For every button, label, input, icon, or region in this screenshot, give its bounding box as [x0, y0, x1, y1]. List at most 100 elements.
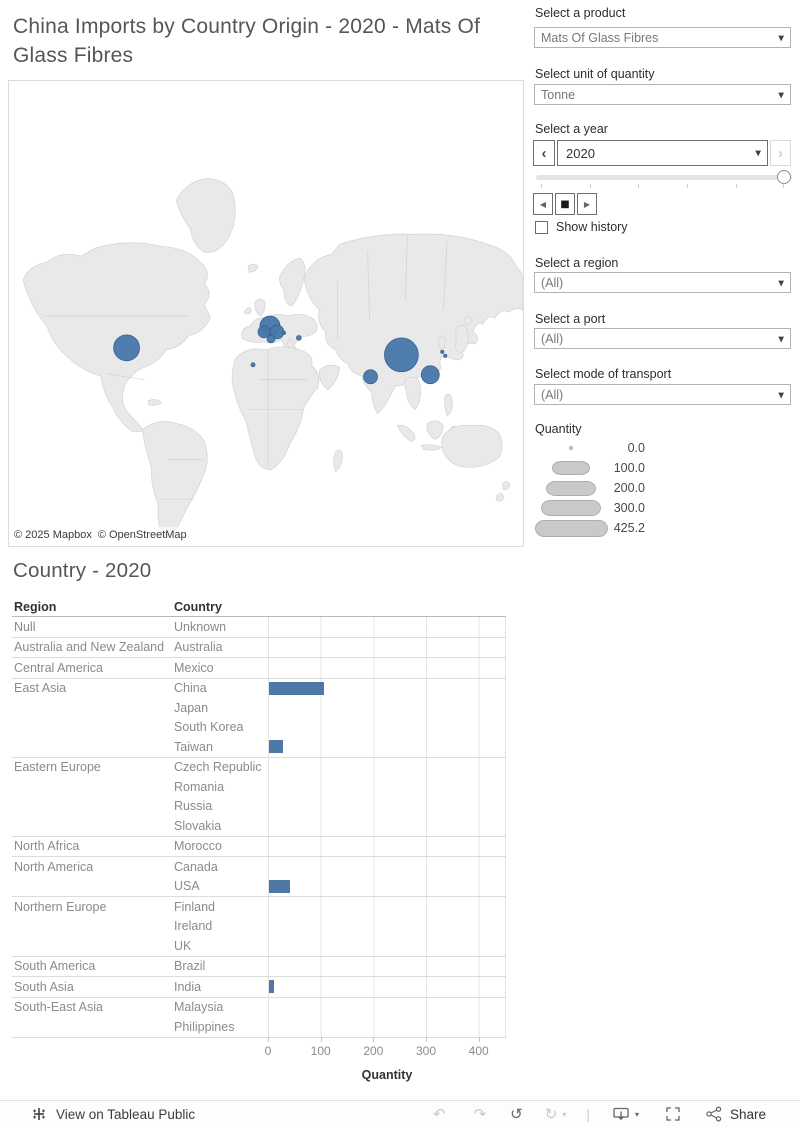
- year-slider-knob[interactable]: [777, 170, 791, 184]
- table-row[interactable]: Central America Mexico: [12, 658, 506, 678]
- bubble-usa[interactable]: [113, 334, 140, 362]
- table-row[interactable]: Null Unknown: [12, 617, 506, 637]
- mapbox-attribution[interactable]: © 2025 Mapbox: [14, 529, 92, 541]
- table-row[interactable]: Japan: [12, 698, 506, 718]
- quantity-bar[interactable]: [269, 879, 291, 893]
- refresh-icon[interactable]: ↻: [545, 1106, 558, 1122]
- share-label[interactable]: Share: [730, 1107, 766, 1122]
- table-row[interactable]: Australia and New Zealand Australia: [12, 637, 506, 657]
- world-map[interactable]: © 2025 Mapbox © OpenStreetMap: [8, 80, 524, 547]
- table-row[interactable]: Slovakia: [12, 816, 506, 836]
- download-caret-icon[interactable]: ▾: [635, 1110, 639, 1119]
- tableau-logo-icon: [33, 1108, 45, 1120]
- transport-dropdown[interactable]: (All) ▼: [534, 384, 791, 405]
- unit-dropdown[interactable]: Tonne ▼: [534, 84, 791, 105]
- axis-tick-mark: [268, 1037, 269, 1042]
- region-cell: Eastern Europe: [14, 760, 101, 775]
- region-cell: North America: [14, 859, 94, 874]
- map-attribution: © 2025 Mapbox © OpenStreetMap: [9, 527, 200, 544]
- share-icon[interactable]: [705, 1106, 723, 1122]
- playback-forward-button[interactable]: ▶: [577, 193, 597, 215]
- table-row[interactable]: Ireland: [12, 916, 506, 936]
- table-row[interactable]: South America Brazil: [12, 956, 506, 976]
- table-row[interactable]: North Africa Morocco: [12, 836, 506, 856]
- table-row[interactable]: South Korea: [12, 717, 506, 737]
- table-row[interactable]: USA: [12, 876, 506, 896]
- year-dropdown[interactable]: 2020 ▼: [557, 140, 768, 166]
- map-canvas[interactable]: [9, 81, 523, 546]
- view-on-tableau-public[interactable]: View on Tableau Public: [31, 1106, 195, 1122]
- download-icon[interactable]: [612, 1106, 630, 1122]
- year-next-button[interactable]: ›: [770, 140, 791, 166]
- region-dropdown[interactable]: (All) ▼: [534, 272, 791, 293]
- country-cell: Mexico: [174, 660, 214, 675]
- size-legend-shape: [546, 480, 596, 496]
- size-legend-item[interactable]: 200.0: [533, 478, 645, 498]
- bubble-belgium-dot[interactable]: [281, 330, 286, 335]
- axis-tick-label: 300: [415, 1044, 437, 1058]
- country-column-header[interactable]: Country: [172, 600, 268, 614]
- bar-cell: [268, 836, 506, 856]
- fullscreen-icon[interactable]: [665, 1106, 681, 1122]
- playback-back-button[interactable]: ◀: [533, 193, 553, 215]
- region-group: Eastern Europe Czech Republic Romania Russi…: [12, 756, 506, 836]
- bubble-south-korea-dot[interactable]: [440, 349, 445, 354]
- size-legend-value: 0.0: [627, 441, 645, 455]
- region-group: Northern Europe Finland Ireland UK: [12, 896, 506, 956]
- bubble-japan-dot[interactable]: [443, 353, 448, 358]
- year-slider-track[interactable]: [536, 175, 792, 180]
- bubble-morocco-dot[interactable]: [250, 362, 256, 368]
- size-legend-item[interactable]: 100.0: [533, 458, 645, 478]
- table-row[interactable]: North America Canada: [12, 857, 506, 877]
- chart-title: Country - 2020: [13, 559, 152, 582]
- bubble-india[interactable]: [363, 369, 378, 385]
- bar-cell: [268, 816, 506, 836]
- size-legend-item[interactable]: 0.0: [533, 438, 645, 458]
- table-row[interactable]: Philippines: [12, 1017, 506, 1037]
- product-dropdown[interactable]: Mats Of Glass Fibres ▼: [534, 27, 791, 48]
- bubble-spain[interactable]: [266, 334, 276, 344]
- region-cell: North Africa: [14, 839, 80, 854]
- quantity-bar[interactable]: [269, 681, 325, 695]
- port-dropdown[interactable]: (All) ▼: [534, 328, 791, 349]
- size-legend-shape: [541, 500, 601, 516]
- table-row[interactable]: Taiwan: [12, 737, 506, 757]
- country-cell: Russia: [174, 799, 213, 814]
- refresh-caret-icon[interactable]: ▾: [562, 1110, 566, 1119]
- bar-cell: [268, 997, 506, 1017]
- osm-attribution[interactable]: © OpenStreetMap: [98, 529, 187, 541]
- undo-icon[interactable]: ↶: [433, 1106, 446, 1122]
- bar-cell: [268, 658, 506, 678]
- bubble-south-china[interactable]: [420, 365, 440, 385]
- revert-icon[interactable]: ↺: [510, 1106, 523, 1122]
- table-row[interactable]: Russia: [12, 796, 506, 816]
- table-row[interactable]: East Asia China: [12, 678, 506, 698]
- country-cell: Romania: [174, 779, 225, 794]
- country-cell: India: [174, 979, 202, 994]
- table-row[interactable]: UK: [12, 936, 506, 956]
- region-dropdown-value: (All): [541, 275, 564, 290]
- bar-cell: [268, 916, 506, 936]
- table-row[interactable]: South-East Asia Malaysia: [12, 997, 506, 1017]
- country-cell: Canada: [174, 859, 218, 874]
- year-prev-button[interactable]: ‹: [533, 140, 555, 166]
- country-cell: China: [174, 681, 207, 696]
- table-row[interactable]: Eastern Europe Czech Republic: [12, 757, 506, 777]
- bubble-china[interactable]: [384, 337, 419, 373]
- redo-icon[interactable]: ↷: [474, 1106, 487, 1122]
- table-row[interactable]: South Asia India: [12, 977, 506, 997]
- size-legend-item[interactable]: 425.2: [533, 518, 645, 538]
- product-dropdown-value: Mats Of Glass Fibres: [541, 30, 659, 45]
- quantity-bar[interactable]: [269, 980, 275, 993]
- country-cell: Malaysia: [174, 1000, 224, 1015]
- table-row[interactable]: Romania: [12, 777, 506, 797]
- table-row[interactable]: Northern Europe Finland: [12, 897, 506, 917]
- size-legend-item[interactable]: 300.0: [533, 498, 645, 518]
- show-history-checkbox[interactable]: [535, 221, 548, 234]
- region-group: South Asia India: [12, 976, 506, 997]
- region-column-header[interactable]: Region: [12, 600, 172, 614]
- quantity-bar[interactable]: [269, 740, 284, 753]
- bar-cell: [268, 737, 506, 757]
- playback-stop-button[interactable]: ■: [555, 193, 575, 215]
- bubble-romania-dot[interactable]: [296, 335, 302, 341]
